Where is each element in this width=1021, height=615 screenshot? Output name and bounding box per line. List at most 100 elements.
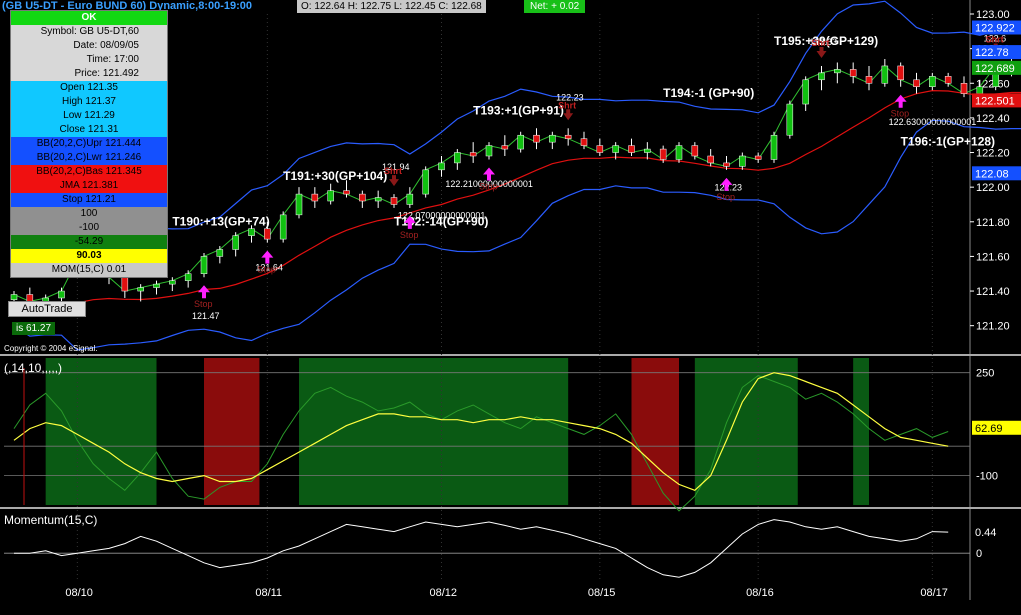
candle-body: [786, 103, 794, 136]
jma-field: JMA 121.381: [11, 179, 167, 193]
trade-annotation: T193:+1(GP+91): [473, 103, 564, 117]
candle-body: [849, 69, 857, 77]
bb-upper-field: BB(20,2,C)Upr 121.444: [11, 137, 167, 151]
candle-body: [960, 83, 968, 94]
oscillator-axis-tick-label: 250: [976, 368, 994, 380]
close-field: Close 121.31: [11, 123, 167, 137]
candle-body: [929, 76, 936, 87]
candle-body: [374, 197, 382, 202]
candle-body: [121, 276, 129, 292]
candle-body: [153, 283, 160, 288]
candle-body: [612, 145, 619, 153]
stop-field: Stop 121.21: [11, 193, 167, 207]
momentum-line: [14, 519, 949, 578]
oscillator-zone: [694, 358, 798, 505]
date-tick-label: 08/12: [430, 587, 458, 599]
status-badge: is 61.27: [12, 322, 56, 335]
candle-body: [10, 294, 18, 300]
candle-body: [517, 134, 524, 150]
trade-annotation: T191:+30(GP+104): [283, 169, 387, 183]
price-axis-tick-label: 122.20: [976, 148, 1010, 160]
candle-body: [200, 256, 208, 274]
candle-body: [707, 155, 714, 164]
price-axis-tick-label: 121.20: [976, 321, 1010, 333]
open-field: Open 121.35: [11, 81, 167, 95]
oscillator-right-badge-label: 62.69: [975, 423, 1003, 435]
osc-lower-field: -100: [11, 221, 167, 235]
candle-body: [343, 190, 350, 195]
bb-basis-field: BB(20,2,C)Bas 121.345: [11, 165, 167, 179]
price-field: Price: 121.492: [11, 67, 167, 81]
ok-button[interactable]: OK: [11, 11, 167, 25]
ohlc-readout: O: 122.64 H: 122.75 L: 122.45 C: 122.68: [297, 0, 486, 13]
price-axis-tick-label: 121.40: [976, 286, 1010, 298]
candle-body: [184, 273, 192, 281]
high-field: High 121.37: [11, 95, 167, 109]
net-change-badge: Net: + 0.02: [524, 0, 586, 13]
candle-body: [549, 134, 556, 143]
candle-body: [644, 148, 651, 153]
candle-body: [422, 169, 429, 195]
candle-body: [564, 134, 572, 139]
candle-body: [628, 145, 635, 153]
candle-body: [897, 65, 904, 81]
autotrade-button[interactable]: AutoTrade: [8, 301, 86, 317]
momentum-panel-label: Momentum(15,C): [4, 513, 98, 527]
signal-label: Stop: [194, 299, 213, 309]
symbol-field: Symbol: GB U5-DT,60: [11, 25, 167, 39]
candle-body: [533, 134, 540, 143]
osc-value-field: -54.29: [11, 235, 167, 249]
sell-arrow-icon: [563, 109, 574, 121]
date-field: Date: 08/09/05: [11, 39, 167, 53]
price-right-badge-label: 122.78: [975, 47, 1009, 59]
sell-arrow-icon: [389, 175, 399, 187]
signal-value-field: 90.03: [11, 249, 167, 263]
candle-body: [501, 145, 509, 150]
candle-body: [739, 155, 746, 167]
candle-body: [169, 280, 176, 285]
candle-body: [279, 214, 287, 240]
signal-label: Shrt: [558, 100, 576, 110]
signal-label: Stop: [257, 265, 276, 275]
candle-body: [596, 145, 604, 153]
candle-body: [485, 145, 493, 157]
signal-label: Stop: [400, 230, 419, 240]
signal-label: Shrt: [986, 34, 1004, 44]
price-right-badge-label: 122.08: [975, 168, 1009, 180]
sell-arrow-icon: [816, 46, 827, 58]
oscillator-zone: [299, 358, 569, 505]
buy-arrow-icon: [894, 94, 907, 108]
candle-body: [834, 69, 841, 74]
candle-body: [390, 197, 398, 205]
price-axis-tick-label: 121.60: [976, 251, 1010, 263]
candle-body: [58, 290, 65, 299]
candle-body: [232, 235, 239, 250]
low-field: Low 121.29: [11, 109, 167, 123]
date-tick-label: 08/17: [920, 587, 948, 599]
signal-label: Shrt: [384, 166, 402, 176]
candle-body: [818, 72, 825, 81]
candle-body: [944, 76, 952, 84]
copyright-text: Copyright © 2004 eSignal.: [4, 344, 98, 353]
signal-label: Stop: [891, 109, 910, 119]
date-tick-label: 08/16: [746, 587, 774, 599]
momentum-right-badge-label: 0.44: [975, 527, 996, 539]
signal-label: Stop: [479, 181, 498, 191]
momentum-axis-tick-label: 0: [976, 548, 982, 560]
price-label: 121.47: [192, 311, 220, 321]
price-axis-tick-label: 123.00: [976, 9, 1010, 21]
candle-body: [754, 155, 762, 160]
candle-body: [865, 76, 873, 84]
price-right-badge-label: 122.922: [975, 23, 1015, 35]
data-window[interactable]: OK Symbol: GB U5-DT,60 Date: 08/09/05 Ti…: [10, 10, 168, 278]
candle-body: [659, 148, 667, 160]
oscillator-zone: [45, 358, 157, 505]
candle-body: [723, 162, 730, 167]
trade-annotation: T194:-1 (GP+90): [663, 86, 754, 100]
price-right-badge-label: 122.689: [975, 63, 1015, 75]
candle-body: [691, 145, 699, 157]
osc-upper-field: 100: [11, 207, 167, 221]
price-axis-tick-label: 122.40: [976, 113, 1010, 125]
oscillator-zone: [631, 358, 679, 505]
oscillator-panel-label: (,14,10,,,,,): [4, 361, 63, 375]
